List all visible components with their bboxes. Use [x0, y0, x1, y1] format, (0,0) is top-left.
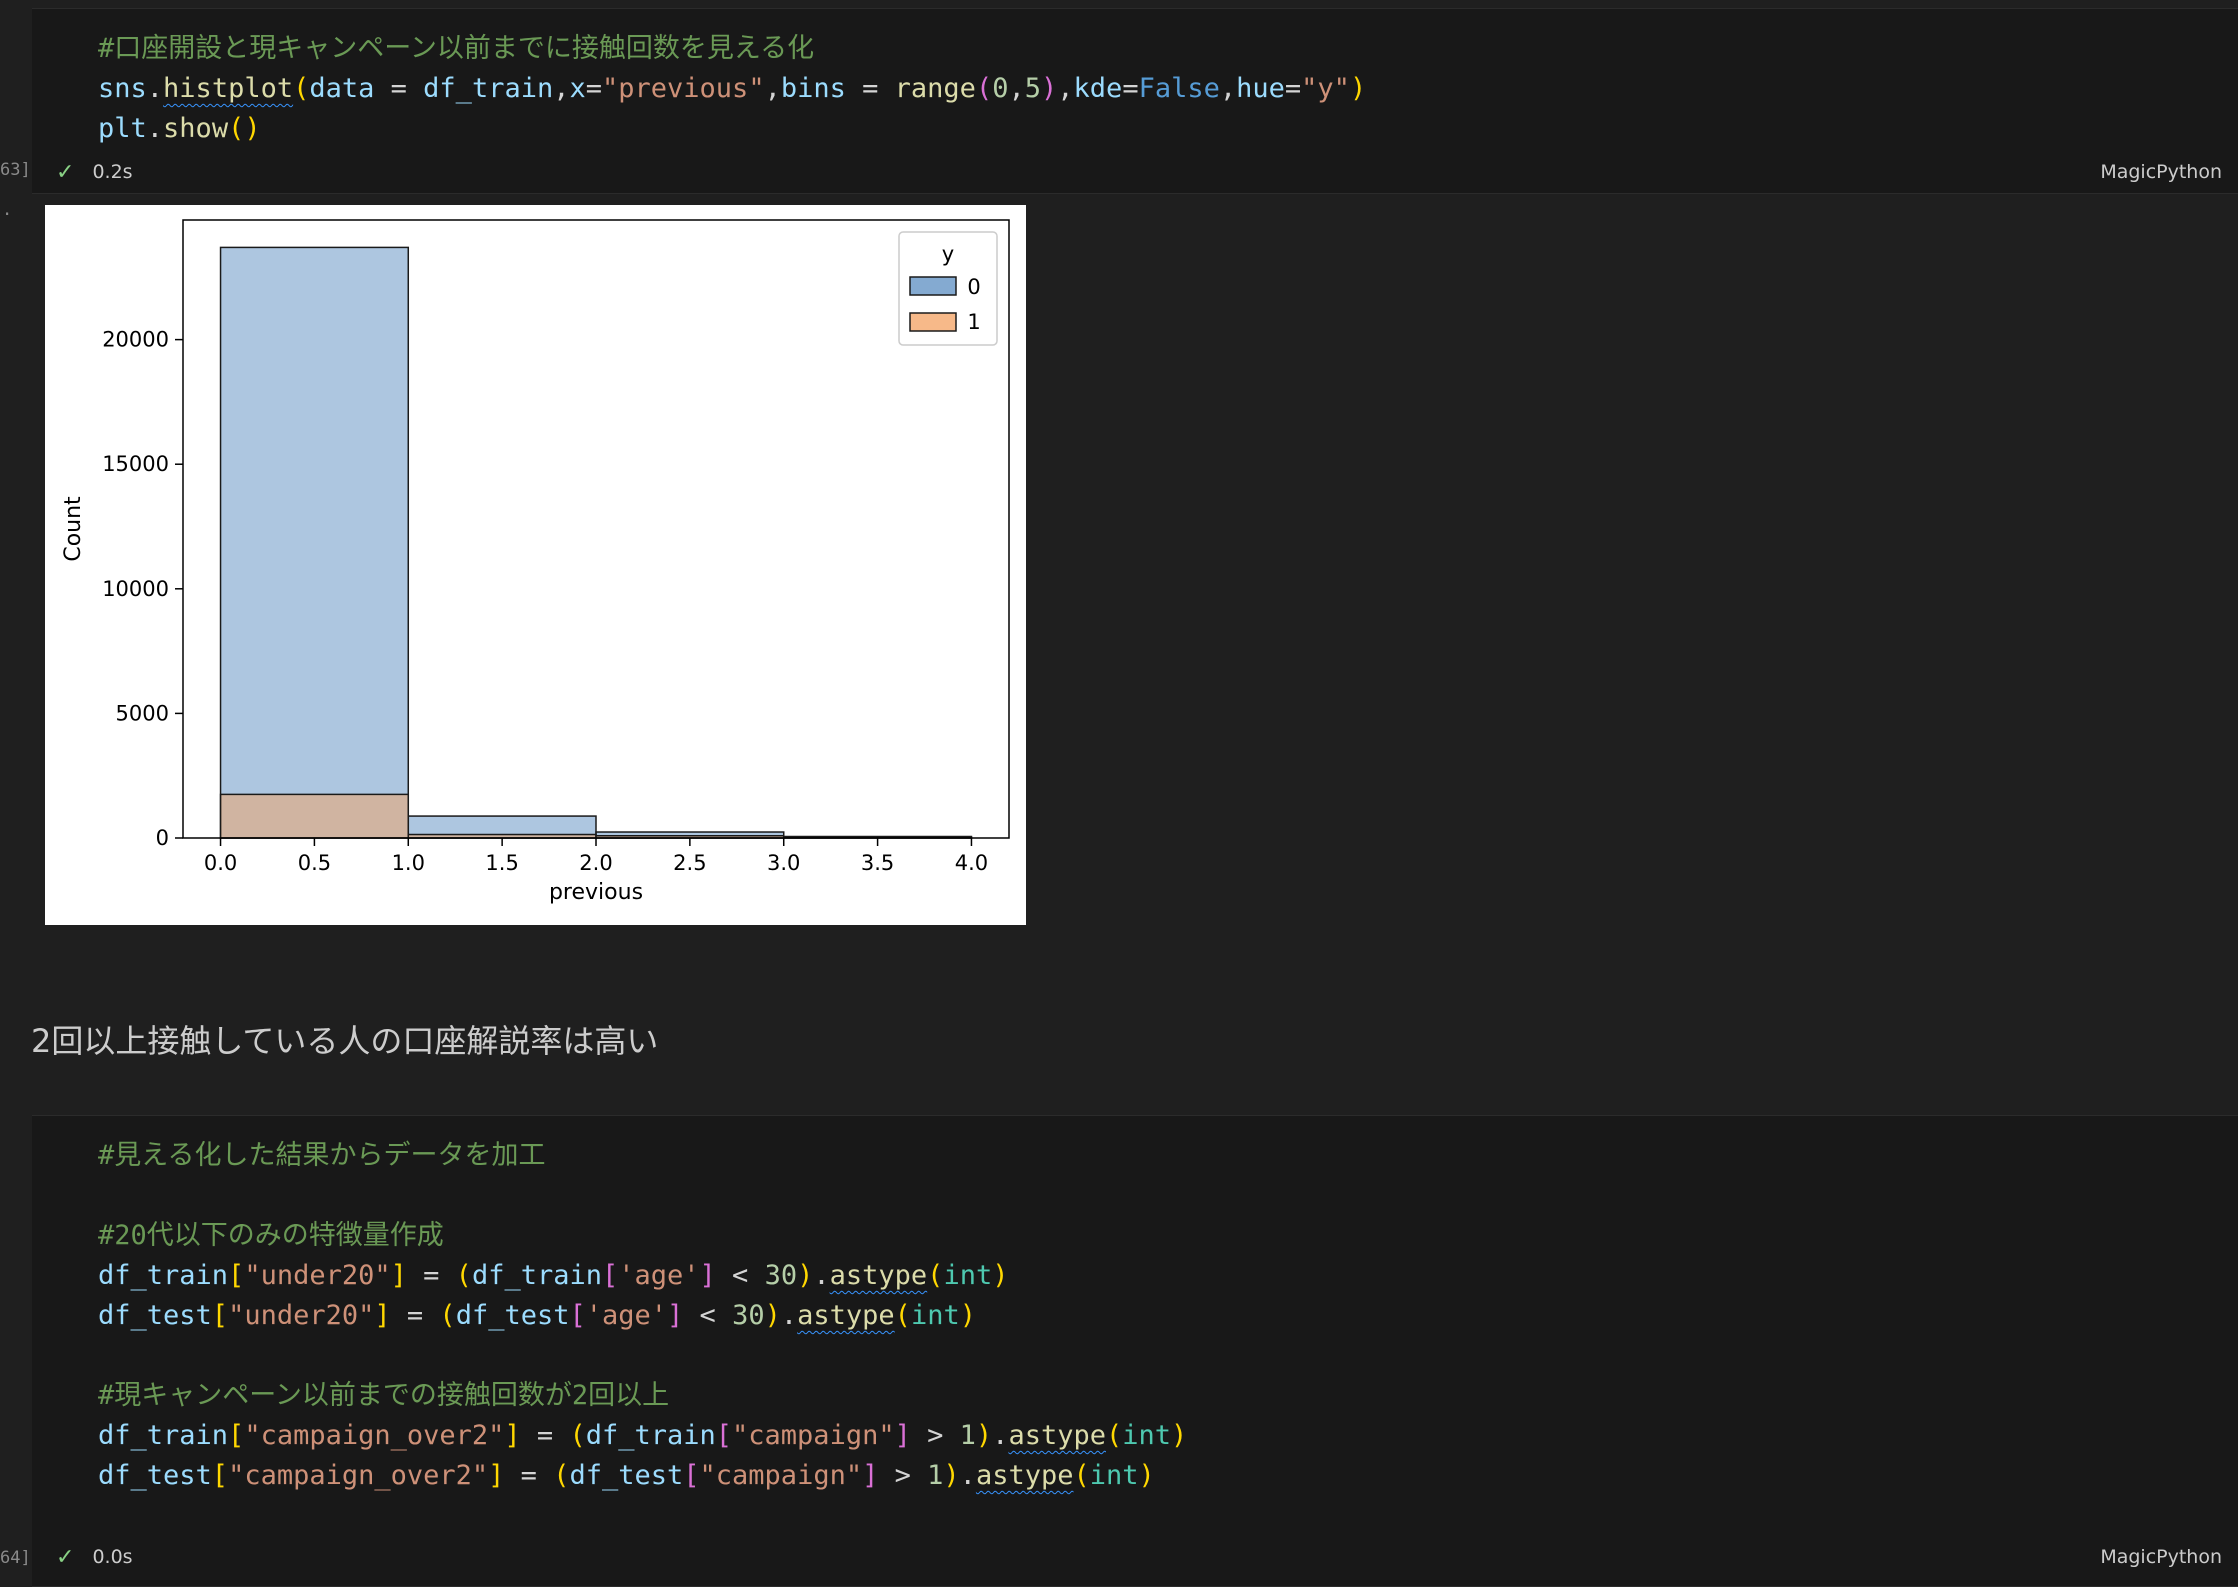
- code-editor-2[interactable]: #見える化した結果からデータを加工 #20代以下のみの特徴量作成 df_trai…: [98, 1136, 1187, 1496]
- code-line: #現キャンペーン以前までの接触回数が2回以上: [98, 1380, 670, 1411]
- execution-time: 0.2s: [92, 161, 133, 183]
- legend-title: y: [942, 242, 954, 266]
- code-line: #20代以下のみの特徴量作成: [98, 1220, 444, 1251]
- legend-label-0: 0: [967, 275, 980, 299]
- x-tick-label: 2.0: [579, 851, 612, 875]
- bar-0-bin-0: [219, 246, 410, 839]
- histogram-output: 0.0 0.5 1.0 1.5 2.0 2.5 3.0 3.5 4.0 0 5000 10000 15…: [45, 205, 1026, 925]
- y-axis-label: Count: [61, 496, 86, 562]
- code-line: sns.histplot(data = df_train,x="previous…: [98, 73, 1367, 104]
- x-tick-label: 4.0: [955, 851, 988, 875]
- y-tick-label: 5000: [116, 701, 169, 725]
- x-tick-label: 3.5: [861, 851, 894, 875]
- x-tick-label: 3.0: [767, 851, 800, 875]
- code-line: plt.show(): [98, 113, 261, 144]
- code-line: #見える化した結果からデータを加工: [98, 1140, 546, 1171]
- x-tick-label: 0.0: [204, 851, 237, 875]
- legend: y 0 1: [898, 231, 998, 346]
- code-line: df_test["campaign_over2"] = (df_test["ca…: [98, 1460, 1155, 1491]
- y-tick-label: 0: [156, 826, 169, 850]
- code-cell-2[interactable]: #見える化した結果からデータを加工 #20代以下のみの特徴量作成 df_trai…: [32, 1115, 2238, 1587]
- bar-1-bin-0: [219, 793, 410, 839]
- x-tick-label: 2.5: [673, 851, 706, 875]
- code-line: #口座開設と現キャンペーン以前までに接触回数を見える化: [98, 33, 815, 64]
- code-cell-1[interactable]: #口座開設と現キャンペーン以前までに接触回数を見える化 sns.histplot…: [32, 8, 2238, 194]
- code-editor-1[interactable]: #口座開設と現キャンペーン以前までに接触回数を見える化 sns.histplot…: [98, 29, 1366, 149]
- check-icon: ✓: [56, 1544, 75, 1570]
- y-tick-label: 10000: [102, 577, 169, 601]
- execution-time: 0.0s: [92, 1546, 133, 1568]
- x-tick-label: 0.5: [298, 851, 331, 875]
- y-tick-label: 20000: [102, 328, 169, 352]
- cell-status-1: ✓ 0.2s: [56, 157, 133, 187]
- execution-count-1: 63]: [0, 160, 31, 180]
- check-icon: ✓: [56, 159, 75, 185]
- legend-swatch-1: [909, 312, 957, 332]
- output-marker: .: [2, 200, 13, 220]
- language-label[interactable]: MagicPython: [2100, 161, 2222, 183]
- language-label[interactable]: MagicPython: [2100, 1546, 2222, 1568]
- code-line: df_train["campaign_over2"] = (df_train["…: [98, 1420, 1188, 1451]
- x-tick-label: 1.0: [392, 851, 425, 875]
- histogram-chart: 0.0 0.5 1.0 1.5 2.0 2.5 3.0 3.5 4.0 0 5000 10000 15…: [61, 219, 1010, 905]
- markdown-text: 2回以上接触している人の口座解説率は高い: [31, 1022, 659, 1060]
- execution-count-2: 64]: [0, 1548, 31, 1568]
- code-line: df_test["under20"] = (df_test['age'] < 3…: [98, 1300, 976, 1331]
- x-tick-label: 1.5: [485, 851, 518, 875]
- code-line: df_train["under20"] = (df_train['age'] <…: [98, 1260, 1009, 1291]
- legend-label-1: 1: [967, 310, 980, 334]
- y-tick-label: 15000: [102, 452, 169, 476]
- legend-swatch-0: [909, 276, 957, 296]
- x-axis-label: previous: [549, 880, 643, 905]
- cell-status-2: ✓ 0.0s: [56, 1542, 133, 1572]
